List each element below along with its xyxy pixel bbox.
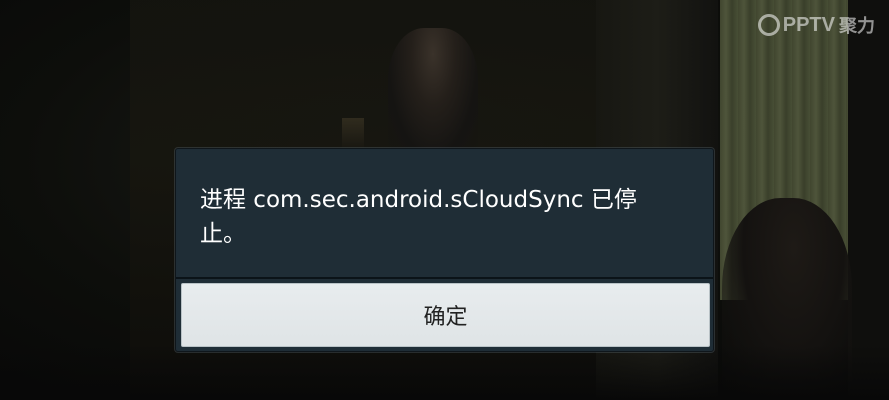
ok-button[interactable]: 确定 <box>181 283 710 347</box>
video-frame-candles <box>342 118 364 148</box>
video-player-screen: PPTV 聚力 进程 com.sec.android.sCloudSync 已停… <box>0 0 889 400</box>
video-frame-floor <box>0 345 889 400</box>
watermark-suffix: 聚力 <box>839 16 875 37</box>
dialog-message: 进程 com.sec.android.sCloudSync 已停止。 <box>200 187 637 247</box>
dialog-divider <box>176 277 713 279</box>
pptv-logo-icon <box>757 14 780 36</box>
watermark-brand: PPTV <box>782 13 835 36</box>
pptv-watermark: PPTV 聚力 <box>757 12 875 38</box>
video-frame-edge <box>848 0 889 400</box>
app-stopped-dialog: 进程 com.sec.android.sCloudSync 已停止。 确定 <box>175 148 714 352</box>
video-frame-person-standing <box>388 28 478 158</box>
